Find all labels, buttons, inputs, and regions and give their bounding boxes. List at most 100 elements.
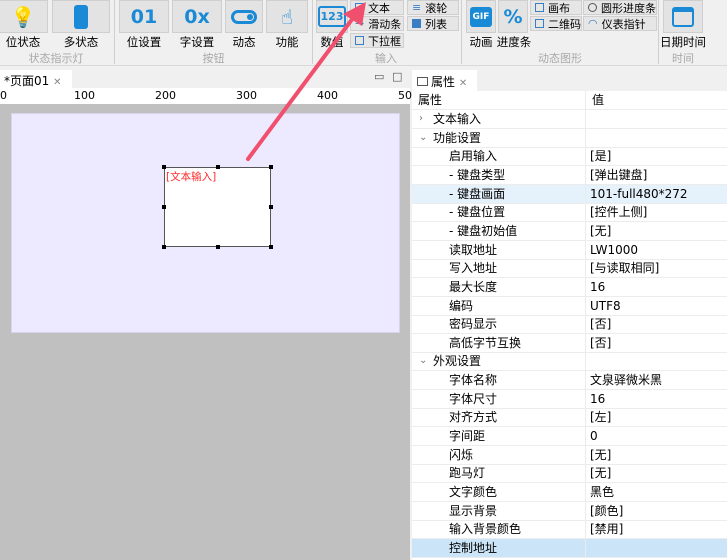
property-value[interactable]: [无] (590, 464, 611, 482)
close-icon[interactable]: ✕ (459, 78, 467, 89)
property-row[interactable]: 启用输入 [是] (412, 147, 727, 167)
property-value[interactable]: [弹出键盘] (590, 166, 647, 184)
dropdown-button[interactable]: 下拉框 (350, 33, 404, 48)
property-value[interactable]: 101-full480*272 (590, 185, 688, 203)
property-value[interactable]: [与读取相同] (590, 259, 659, 277)
resize-handle[interactable] (162, 205, 166, 209)
word-setting-button[interactable]: 0x (172, 0, 222, 33)
tab-properties[interactable]: 属性 ✕ (412, 70, 477, 91)
property-value[interactable]: [无] (590, 446, 611, 464)
qrcode-button[interactable]: 二维码 (530, 16, 582, 31)
progress-bar-button[interactable]: % (498, 0, 528, 33)
resize-handle[interactable] (216, 165, 220, 169)
property-row[interactable]: 编码 UTF8 (412, 296, 727, 316)
tab-page01[interactable]: *页面01 ✕ (0, 70, 72, 89)
progress-bar-label: 进度条 (496, 35, 532, 49)
list-button[interactable]: 列表 (407, 16, 459, 31)
chevron-down-icon[interactable]: ⌄ (419, 129, 427, 147)
property-row[interactable]: 闪烁 [无] (412, 445, 727, 465)
canvas-label: 画布 (548, 1, 570, 15)
property-row[interactable]: 对齐方式 [左] (412, 408, 727, 428)
maximize-icon[interactable]: □ (392, 70, 402, 83)
property-value[interactable]: [控件上侧] (590, 203, 647, 221)
divider (585, 538, 586, 558)
minimize-icon[interactable]: ▭ (374, 70, 384, 83)
dynamic-button[interactable] (225, 0, 263, 33)
divider (585, 408, 586, 428)
property-row[interactable]: 字体名称 文泉驿微米黑 (412, 371, 727, 391)
property-row[interactable]: 文字颜色 黑色 (412, 483, 727, 502)
divider (585, 277, 586, 297)
property-value[interactable]: 16 (590, 278, 605, 296)
property-row[interactable]: 读取地址 LW1000 (412, 240, 727, 260)
property-category[interactable]: › 文本输入 (412, 110, 727, 129)
resize-handle[interactable] (269, 205, 273, 209)
divider (585, 296, 586, 316)
gauge-button[interactable]: ◠ 仪表指针 (583, 16, 657, 31)
property-value[interactable]: 文泉驿微米黑 (590, 371, 662, 389)
close-icon[interactable]: ✕ (53, 77, 61, 88)
property-row[interactable]: 字间距 0 (412, 427, 727, 447)
chevron-right-icon[interactable]: › (419, 110, 423, 128)
property-row[interactable]: 字体尺寸 16 (412, 389, 727, 409)
property-row[interactable]: 输入背景颜色 [禁用] (412, 520, 727, 540)
resize-handle[interactable] (269, 165, 273, 169)
function-button[interactable]: ☝ (266, 0, 308, 33)
text-input-widget[interactable]: [文本输入] (162, 165, 273, 249)
property-name: 编码 (449, 298, 474, 313)
property-value[interactable]: [否] (590, 315, 611, 333)
tab-label: *页面01 (4, 74, 50, 88)
datetime-button[interactable] (663, 0, 703, 33)
property-row[interactable]: 高低字节互换 [否] (412, 333, 727, 353)
divider (585, 352, 586, 372)
group-label-input: 输入 (375, 52, 397, 65)
property-name: 最大长度 (449, 279, 498, 294)
property-row[interactable]: 密码显示 [否] (412, 315, 727, 335)
property-name: - 键盘类型 (449, 167, 506, 182)
property-row[interactable]: - 键盘位置 [控件上侧] (412, 203, 727, 223)
roller-button[interactable]: ≡ 滚轮 (407, 0, 459, 15)
bit-setting-button[interactable]: 01 (119, 0, 169, 33)
property-value[interactable]: [是] (590, 147, 611, 165)
property-row[interactable]: - 键盘初始值 [无] (412, 221, 727, 241)
property-row[interactable]: 显示背景 [颜色] (412, 501, 727, 521)
property-value[interactable]: [否] (590, 334, 611, 352)
numeric-button[interactable]: 123 (316, 0, 348, 33)
property-value[interactable]: 黑色 (590, 483, 614, 501)
percent-icon: % (503, 5, 523, 28)
property-value[interactable]: 0 (590, 427, 598, 445)
resize-handle[interactable] (269, 245, 273, 249)
property-row[interactable]: - 键盘类型 [弹出键盘] (412, 165, 727, 185)
resize-handle[interactable] (162, 165, 166, 169)
property-row[interactable]: 控制地址 (412, 538, 727, 558)
text-label: 文本 (368, 1, 390, 15)
animation-button[interactable]: GIF (466, 0, 496, 33)
resize-handle[interactable] (216, 245, 220, 249)
property-value[interactable]: [左] (590, 408, 611, 426)
property-value[interactable]: 16 (590, 390, 605, 408)
canvas-button[interactable]: 画布 (530, 0, 582, 15)
property-row[interactable]: - 键盘画面 101-full480*272 (412, 184, 727, 204)
circle-progress-button[interactable]: 圆形进度条 (583, 0, 657, 15)
resize-handle[interactable] (162, 245, 166, 249)
property-value[interactable]: LW1000 (590, 241, 638, 259)
property-value[interactable]: [禁用] (590, 520, 623, 538)
property-row[interactable]: 最大长度 16 (412, 277, 727, 297)
property-value[interactable]: [无] (590, 222, 611, 240)
property-category[interactable]: ⌄ 功能设置 (412, 128, 727, 148)
divider (585, 203, 586, 223)
slider-button[interactable]: → 滑动条 (350, 16, 404, 31)
text-button[interactable]: 文本 (350, 0, 404, 15)
bit-status-button[interactable]: 💡 (0, 0, 48, 33)
property-value[interactable]: [颜色] (590, 502, 623, 520)
chevron-down-icon[interactable]: ⌄ (419, 352, 427, 370)
qrcode-icon (535, 19, 544, 28)
multi-status-button[interactable] (52, 0, 110, 33)
divider (585, 240, 586, 260)
properties-grid: 属性 值 › 文本输入 ⌄ 功能设置 启用输入 [是] - 键盘类型 [弹出键盘] - 键盘画面… (412, 91, 727, 560)
property-value[interactable]: UTF8 (590, 297, 621, 315)
property-category[interactable]: ⌄ 外观设置 (412, 352, 727, 372)
property-row[interactable]: 写入地址 [与读取相同] (412, 259, 727, 279)
divider (585, 501, 586, 521)
property-row[interactable]: 跑马灯 [无] (412, 464, 727, 484)
